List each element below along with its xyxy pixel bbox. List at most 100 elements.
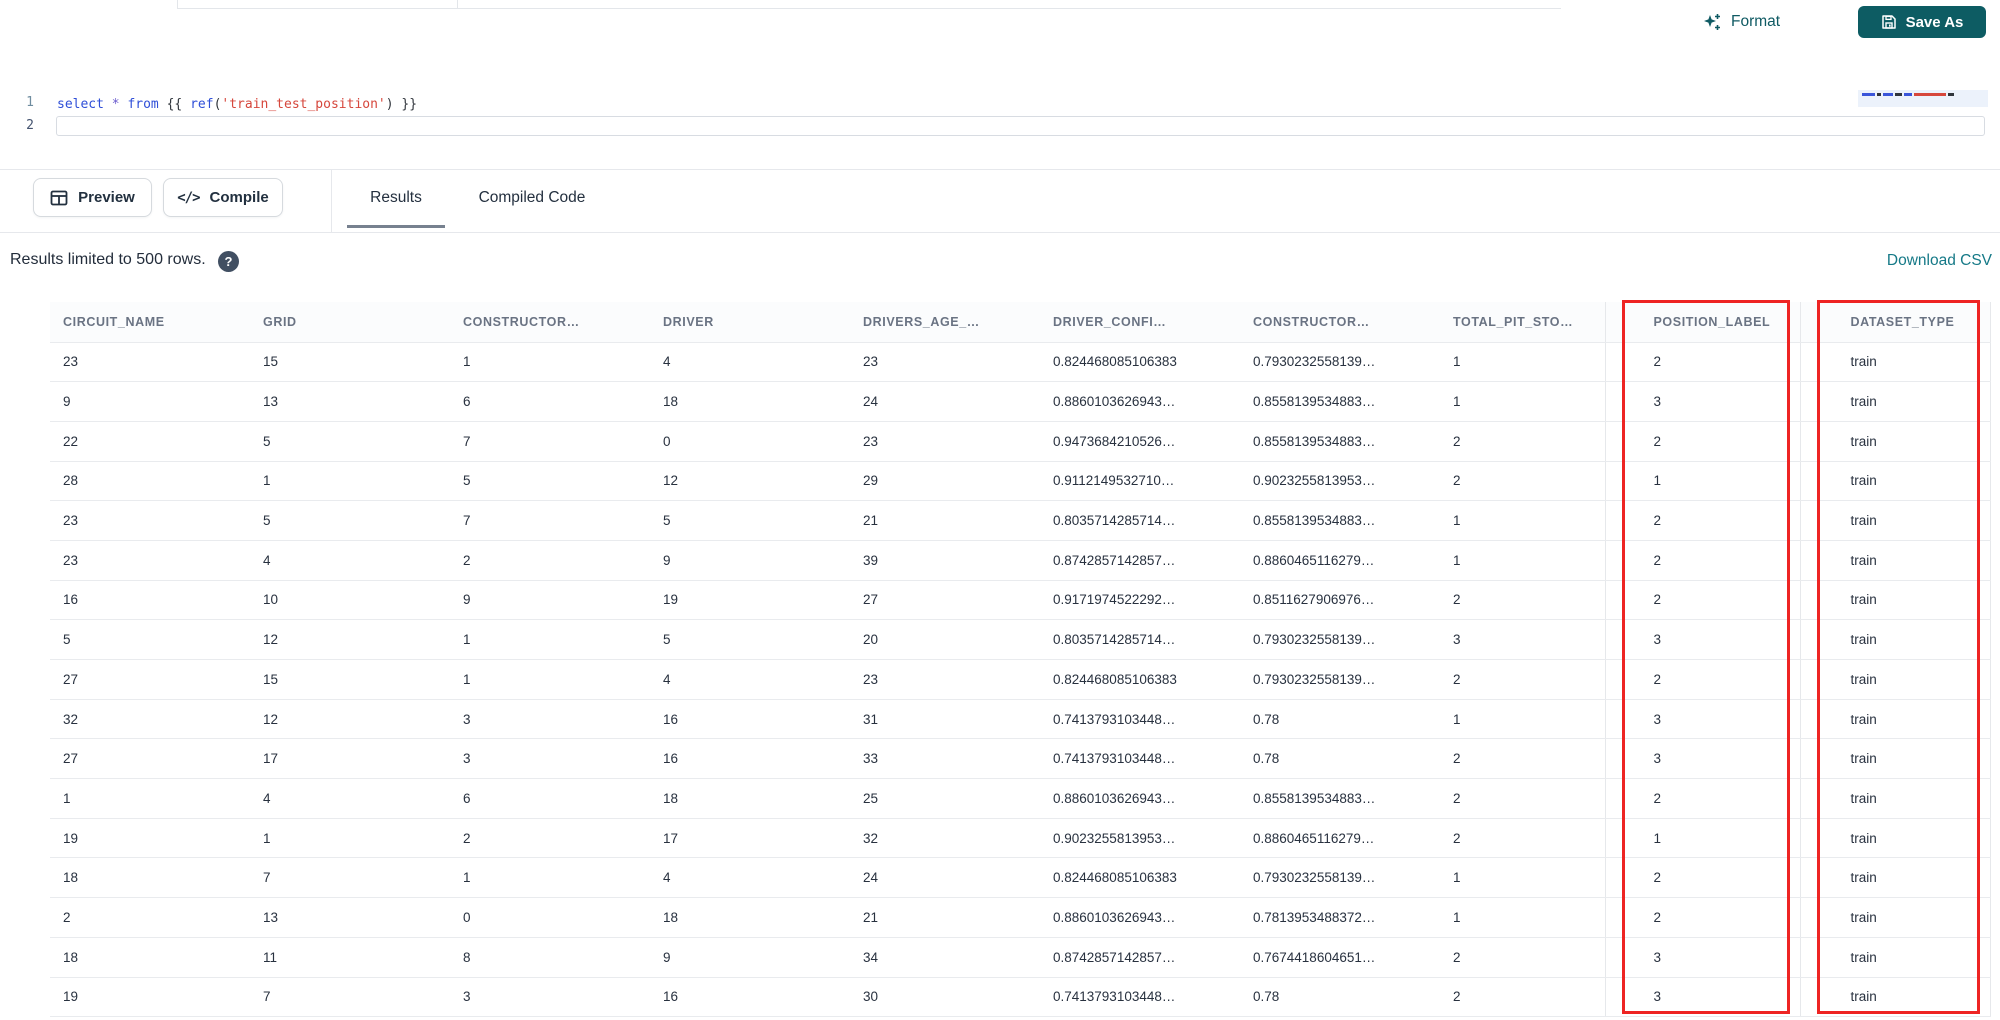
save-as-button[interactable]: Save As — [1858, 6, 1986, 38]
code-token-keyword: from — [127, 97, 159, 112]
cell: 17 — [250, 738, 450, 780]
cell: 0.9023255813953… — [1240, 461, 1440, 502]
cell: 0.78 — [1240, 738, 1440, 780]
cell: train — [1800, 778, 1991, 819]
cell: 18 — [50, 937, 250, 978]
tab-compiled-code[interactable]: Compiled Code — [458, 178, 606, 217]
cell: train — [1800, 421, 1991, 462]
cell: 31 — [850, 699, 1040, 740]
cell: 16 — [650, 699, 850, 740]
cell: 0.824468085106383 — [1040, 659, 1240, 700]
column-header: CIRCUIT_NAME — [50, 302, 250, 343]
cell: 3 — [1605, 937, 1801, 978]
cell: 19 — [650, 580, 850, 621]
cell: train — [1800, 977, 1991, 1018]
cell: 1 — [450, 659, 650, 700]
cell: 2 — [1440, 461, 1606, 502]
column-header: DATASET_TYPE — [1800, 302, 1991, 343]
cell: 7 — [450, 500, 650, 541]
compile-button[interactable]: </> Compile — [163, 178, 283, 217]
cell: 1 — [1440, 897, 1606, 938]
cell: 0.8860465116279… — [1240, 818, 1440, 859]
cell: 15 — [250, 342, 450, 383]
cell: 10 — [250, 580, 450, 621]
cell: 2 — [450, 818, 650, 859]
table-row: 18 11 8 9 34 0.8742857142857… 0.7674418604651…… — [50, 937, 1991, 978]
cell: 30 — [850, 977, 1040, 1018]
cell: 0.7813953488372… — [1240, 897, 1440, 938]
cell: train — [1800, 540, 1991, 581]
cell: train — [1800, 738, 1991, 780]
table-row: 9 13 6 18 24 0.8860103626943… 0.8558139534883…… — [50, 381, 1991, 422]
table-row: 23 4 2 9 39 0.8742857142857… 0.8860465116279… 1… — [50, 540, 1991, 581]
save-icon — [1881, 14, 1897, 30]
cell: 5 — [250, 500, 450, 541]
cell: 18 — [650, 778, 850, 819]
cell: 0.8558139534883… — [1240, 381, 1440, 422]
cell: 4 — [250, 778, 450, 819]
cell: 2 — [1440, 818, 1606, 859]
cell: 9 — [450, 580, 650, 621]
cell: 3 — [450, 738, 650, 780]
cell: 1 — [50, 778, 250, 819]
cell: 1 — [450, 857, 650, 899]
cell: 19 — [50, 977, 250, 1018]
table-row: 5 12 1 5 20 0.8035714285714… 0.7930232558139… 3… — [50, 619, 1991, 660]
cell: 6 — [450, 778, 650, 819]
preview-button[interactable]: Preview — [33, 178, 152, 217]
tab-compiled-label: Compiled Code — [478, 188, 586, 206]
cell: 5 — [50, 619, 250, 660]
table-row: 16 10 9 19 27 0.9171974522292… 0.8511627906976… — [50, 580, 1991, 621]
cell: 3 — [450, 977, 650, 1018]
cell: 0.8860103626943… — [1040, 897, 1240, 938]
cell: 2 — [1440, 580, 1606, 621]
cell: 3 — [1605, 619, 1801, 660]
cell: 5 — [650, 619, 850, 660]
cell: 0.9023255813953… — [1040, 818, 1240, 859]
cell: 0.8511627906976… — [1240, 580, 1440, 621]
cell: train — [1800, 580, 1991, 621]
format-label: Format — [1731, 13, 1781, 30]
cell: 2 — [1605, 778, 1801, 819]
cell: 21 — [850, 500, 1040, 541]
cell: 4 — [650, 342, 850, 383]
format-button[interactable]: Format — [1703, 8, 1780, 36]
cell: 12 — [250, 619, 450, 660]
divider — [0, 169, 2000, 170]
cell: 1 — [450, 342, 650, 383]
cell: 2 — [1440, 977, 1606, 1018]
cell: 13 — [250, 897, 450, 938]
cell: train — [1800, 381, 1991, 422]
cell: 1 — [1440, 540, 1606, 581]
cell: 12 — [250, 699, 450, 740]
sql-editor-page: Format Save As 1 2 select * from {{ ref(… — [0, 0, 2000, 1020]
divider — [0, 232, 2000, 233]
cell: 0.9171974522292… — [1040, 580, 1240, 621]
download-csv-link[interactable]: Download CSV — [1887, 252, 1992, 270]
cell: 16 — [650, 977, 850, 1018]
cell: 27 — [50, 659, 250, 700]
cell: 0.7413793103448… — [1040, 699, 1240, 740]
column-header: GRID — [250, 302, 450, 343]
cell: 1 — [450, 619, 650, 660]
cell: 1 — [1440, 342, 1606, 383]
cell: 9 — [650, 937, 850, 978]
cell: 16 — [650, 738, 850, 780]
code-editor[interactable]: 1 2 select * from {{ ref('train_test_pos… — [0, 40, 2000, 169]
cell: 2 — [1605, 421, 1801, 462]
cell: 0.8035714285714… — [1040, 500, 1240, 541]
tab-results[interactable]: Results — [347, 178, 445, 217]
help-icon[interactable]: ? — [218, 251, 239, 272]
cell: 0.7930232558139… — [1240, 857, 1440, 899]
cell: 32 — [50, 699, 250, 740]
cell: 2 — [450, 540, 650, 581]
cell: 0.7930232558139… — [1240, 619, 1440, 660]
cell: 2 — [50, 897, 250, 938]
cell: 22 — [50, 421, 250, 462]
sql-code-line[interactable]: select * from {{ ref('train_test_positio… — [57, 95, 417, 114]
file-tab-divider — [177, 0, 178, 8]
table-row: 32 12 3 16 31 0.7413793103448… 0.78 1 3 train — [50, 699, 1991, 740]
cell: 28 — [50, 461, 250, 502]
cell: train — [1800, 937, 1991, 978]
cell: 0.7674418604651… — [1240, 937, 1440, 978]
